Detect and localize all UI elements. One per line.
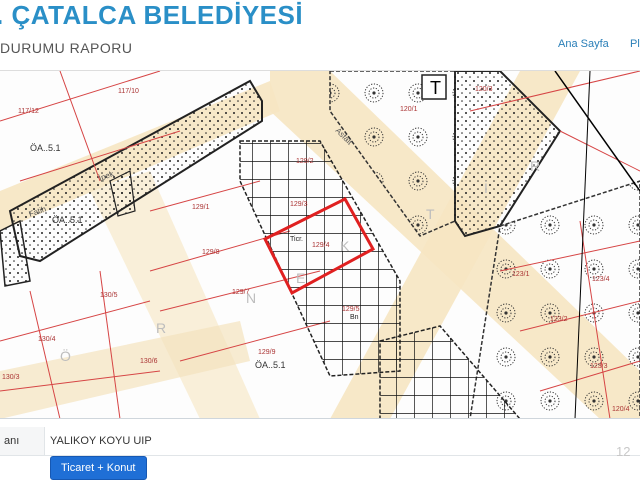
plan-value: YALIKOY KOYU UIP — [50, 435, 152, 447]
parcel-label: 129/9 — [258, 349, 276, 356]
zoning-row: Ticaret + Konut — [0, 455, 640, 483]
street-letter: N — [246, 290, 256, 306]
bina-label: Bn — [350, 314, 359, 321]
parcel-label: 129/3 — [290, 201, 308, 208]
parcel-label: 129/1 — [192, 204, 210, 211]
parcel-label: 130/5 — [100, 292, 118, 299]
parcel-label: ÖA..5.1 — [255, 360, 286, 370]
parcel-label: 123/2 — [550, 316, 568, 323]
plan-info-table: anı YALIKOY KOYU UIP Ticaret + Konut — [0, 418, 640, 481]
street-letter: Ö — [60, 347, 71, 364]
parcel-label: 129/4 — [312, 242, 330, 249]
zoning-badge[interactable]: Ticaret + Konut — [50, 456, 147, 480]
street-letter: R — [530, 158, 540, 174]
parcel-label: 120/4 — [612, 406, 630, 413]
parcel-label: 130/6 — [140, 358, 158, 365]
nav-plan-link[interactable]: Pl — [630, 38, 640, 50]
parcel-label: 129/5 — [342, 306, 360, 313]
parcel-label: 129/8 — [202, 249, 220, 256]
street-letter: İ — [484, 179, 488, 196]
zoning-map[interactable]: T Fatih İpek Asfalt 117/12 117/10 ÖA..5.… — [0, 70, 640, 419]
parcel-label: 123/4 — [592, 276, 610, 283]
street-letter: T — [426, 206, 435, 222]
corner-overlay-text: 12 — [616, 444, 631, 459]
parcel-label: ÖA..5.1 — [30, 143, 61, 153]
page-subtitle: DURUMU RAPORU — [0, 40, 133, 56]
page-header: . ÇATALCA BELEDİYESİ DURUMU RAPORU Ana S… — [0, 0, 640, 70]
plan-row: anı YALIKOY KOYU UIP — [0, 427, 640, 456]
parcel-label: ÖA..5.1 — [52, 215, 83, 225]
nav-home-link[interactable]: Ana Sayfa — [558, 38, 609, 50]
parcel-label: 123/1 — [512, 271, 530, 278]
parcel-label: 120/1 — [400, 106, 418, 113]
parcel-label: 120/3 — [475, 86, 493, 93]
zoning-map-svg[interactable]: T Fatih İpek Asfalt 117/12 117/10 ÖA..5.… — [0, 71, 640, 419]
street-letter: E — [296, 270, 305, 286]
parcel-label: 130/3 — [2, 374, 20, 381]
parcel-label: 117/12 — [18, 108, 39, 115]
street-letter: R — [156, 320, 166, 336]
plan-label: anı — [0, 427, 45, 455]
parcel-label: 130/4 — [38, 336, 56, 343]
street-letter: K — [340, 238, 350, 254]
page-title: . ÇATALCA BELEDİYESİ — [0, 0, 304, 30]
ticaret-label: Ticr. — [290, 236, 303, 243]
parcel-label: 123/3 — [590, 363, 608, 370]
north-marker: T — [430, 78, 441, 98]
parcel-label: 117/10 — [118, 88, 139, 95]
parcel-label: 129/2 — [296, 158, 314, 165]
